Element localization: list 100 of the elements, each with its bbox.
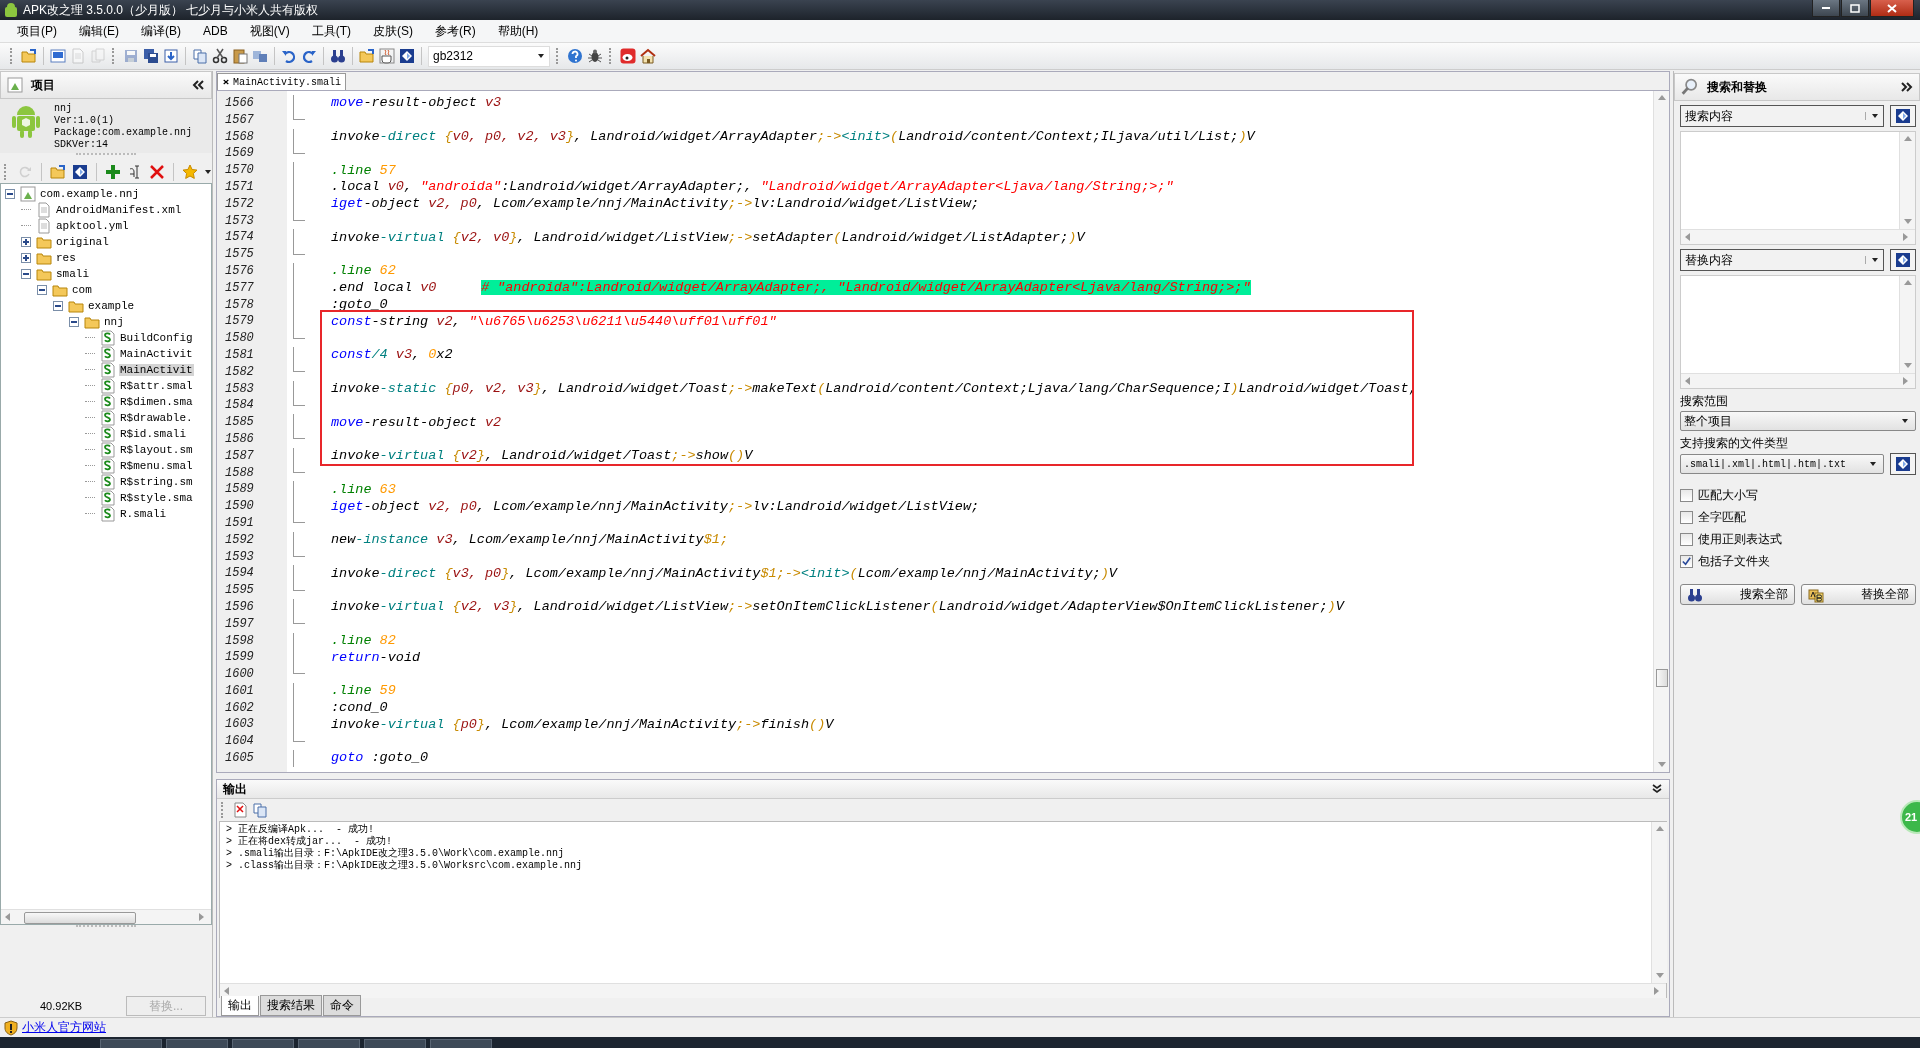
output-tab[interactable]: 输出 [221,996,259,1016]
minimize-button[interactable] [1812,0,1840,17]
menu-item[interactable]: 工具(T) [300,22,362,40]
scroll-thumb[interactable] [24,912,136,924]
windows-icon[interactable] [252,48,268,64]
copy-icon[interactable] [252,802,268,818]
open-folder-icon[interactable] [21,48,37,64]
tree-item[interactable]: com.example.nnj [39,188,141,200]
website-link[interactable]: 小米人官方网站 [22,1019,106,1036]
search-all-button[interactable]: 搜索全部 [1680,584,1795,605]
clear-icon[interactable] [232,802,248,818]
tree-item[interactable]: R$attr.smal [119,380,194,392]
scroll-down-icon[interactable] [1656,761,1667,769]
checkbox[interactable] [1680,511,1693,524]
horizontal-scrollbar[interactable] [220,983,1666,998]
collapse-button[interactable] [1651,783,1663,795]
menu-item[interactable]: ADB [192,24,239,38]
options-button[interactable] [1890,249,1916,271]
vertical-scrollbar[interactable] [1899,276,1915,373]
tree-item[interactable]: R$id.smali [119,428,187,440]
redo-icon[interactable] [301,48,317,64]
tree-item[interactable]: R.smali [119,508,168,520]
collapse-toggle[interactable] [21,269,31,279]
scope-dropdown[interactable]: 整个项目 [1680,411,1916,431]
add-icon[interactable] [105,164,121,180]
tree-item[interactable]: R$drawable. [119,412,194,424]
tree-item[interactable]: AndroidManifest.xml [55,204,183,216]
maximize-button[interactable] [1841,0,1869,17]
tree-item[interactable]: R$layout.sm [119,444,194,456]
options-button[interactable] [1890,453,1916,475]
bug-icon[interactable] [587,48,603,64]
file-tab[interactable]: MainActivity.smali [217,73,347,90]
tree-item[interactable]: MainActivit [119,348,194,360]
menu-item[interactable]: 编辑(E) [68,22,130,40]
scroll-down-icon[interactable] [1902,362,1913,370]
diamond-icon[interactable] [399,48,415,64]
file-types-dropdown[interactable]: .smali|.xml|.html|.htm|.txt [1680,454,1884,474]
output-tab[interactable]: 命令 [323,995,361,1016]
star-icon[interactable] [182,164,198,180]
expand-button[interactable] [1899,81,1913,93]
tree-item[interactable]: example [87,300,136,312]
scroll-thumb[interactable] [1656,669,1668,687]
menu-item[interactable]: 参考(R) [424,22,487,40]
tree-item[interactable]: MainActivit [119,364,194,376]
horizontal-scrollbar[interactable] [1,909,211,924]
scroll-down-icon[interactable] [1902,218,1913,226]
expand-toggle[interactable] [21,253,31,263]
tree-item[interactable]: smali [55,268,90,280]
scroll-up-icon[interactable] [1902,279,1913,287]
collapse-toggle[interactable] [5,189,15,199]
scroll-up-icon[interactable] [1654,825,1665,833]
tree-item[interactable]: R$string.sm [119,476,194,488]
vertical-scrollbar[interactable] [1651,822,1667,983]
collapse-toggle[interactable] [69,317,79,327]
tree-item[interactable]: res [55,252,77,264]
close-button[interactable] [1870,0,1914,17]
options-button[interactable] [1890,105,1916,127]
search-icon[interactable] [330,48,346,64]
menu-item[interactable]: 皮肤(S) [362,22,424,40]
menu-item[interactable]: 视图(V) [238,22,301,40]
tree-item[interactable]: R$dimen.sma [119,396,194,408]
tree-item[interactable]: apktool.yml [55,220,130,232]
export-icon[interactable] [163,48,179,64]
tree-item[interactable]: R$style.sma [119,492,194,504]
folder-icon[interactable] [50,164,66,180]
undo-icon[interactable] [281,48,297,64]
folder-icon[interactable] [359,48,375,64]
checkbox[interactable] [1680,489,1693,502]
caret-icon[interactable] [204,168,212,176]
encoding-dropdown[interactable]: gb2312 [428,45,550,67]
vertical-scrollbar[interactable] [1899,132,1915,229]
tree-item[interactable]: R$menu.smal [119,460,194,472]
vertical-scrollbar[interactable] [1653,91,1669,772]
image-icon[interactable] [50,48,66,64]
tree-item[interactable]: com [71,284,93,296]
paste-icon[interactable] [232,48,248,64]
tree-item[interactable]: nnj [103,316,125,328]
menu-item[interactable]: 帮助(H) [486,22,550,40]
menu-item[interactable]: 项目(P) [6,22,68,40]
collapse-toggle[interactable] [53,301,63,311]
search-field[interactable]: 搜索内容 [1680,105,1884,127]
checkbox[interactable] [1680,555,1693,568]
scroll-up-icon[interactable] [1656,94,1667,102]
scroll-down-icon[interactable] [1654,972,1665,980]
delete-icon[interactable] [149,164,165,180]
replace-all-button[interactable]: 替换全部 [1801,584,1916,605]
save-all-icon[interactable] [143,48,159,64]
close-icon[interactable] [222,78,230,86]
replace-field[interactable]: 替换内容 [1680,249,1884,271]
collapse-toggle[interactable] [37,285,47,295]
tree-item[interactable]: BuildConfig [119,332,194,344]
expand-toggle[interactable] [21,237,31,247]
help-icon[interactable] [567,48,583,64]
horizontal-scrollbar[interactable] [1681,229,1915,244]
diamond-icon[interactable] [72,164,88,180]
checkbox[interactable] [1680,533,1693,546]
java-cup-icon[interactable] [379,48,395,64]
scroll-up-icon[interactable] [1902,135,1913,143]
menu-item[interactable]: 编译(B) [130,22,192,40]
weibo-icon[interactable] [620,48,636,64]
